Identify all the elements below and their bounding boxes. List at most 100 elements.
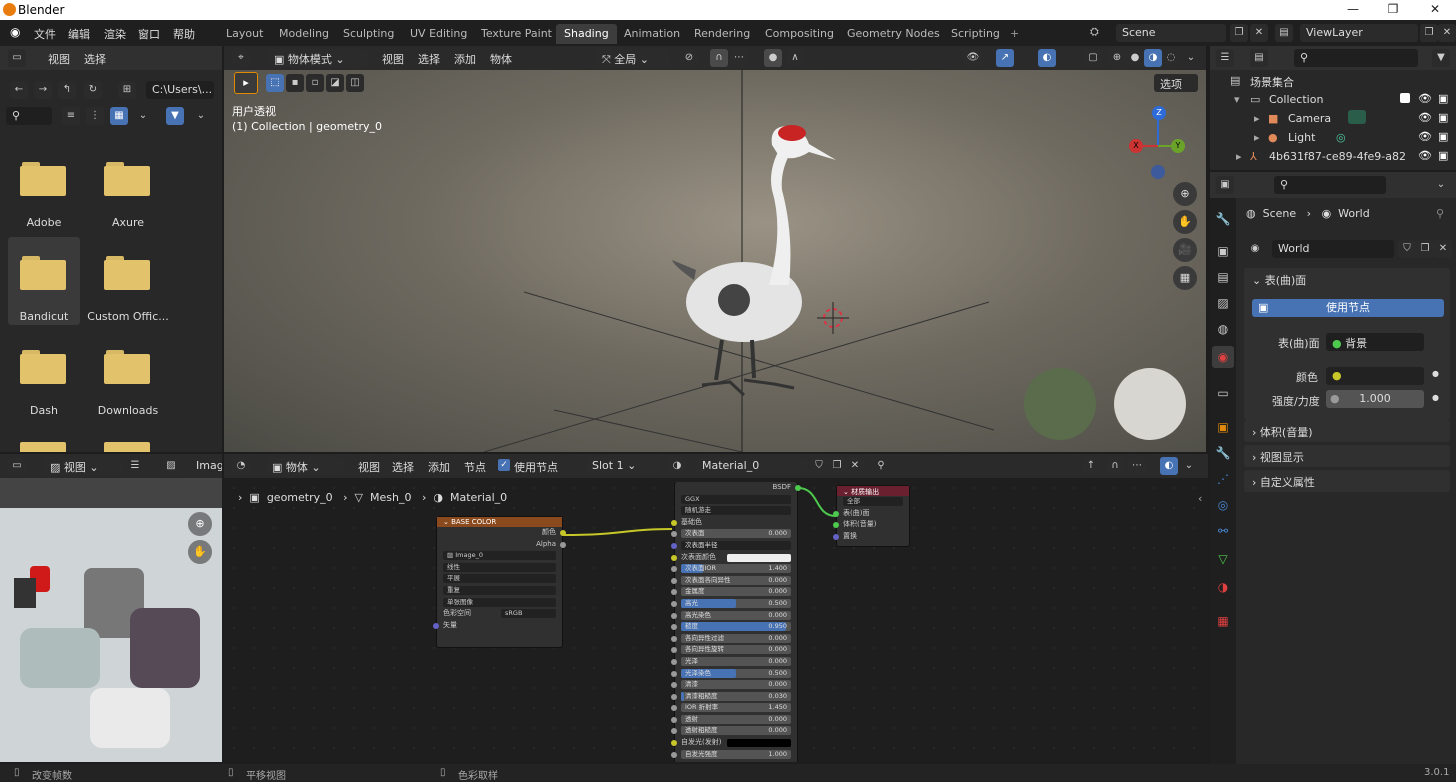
world-tab-icon[interactable]: ◉ bbox=[1212, 346, 1234, 368]
input-socket[interactable] bbox=[671, 670, 677, 677]
tab-modeling[interactable]: Modeling bbox=[279, 24, 329, 44]
ne-menu-select[interactable]: 选择 bbox=[392, 459, 414, 475]
folder-icon[interactable] bbox=[104, 350, 150, 384]
expand-arrow-icon[interactable]: ▸ bbox=[1254, 131, 1260, 144]
fake-user-icon[interactable]: ⛉ bbox=[1398, 240, 1416, 258]
tab-layout[interactable]: Layout bbox=[226, 24, 263, 44]
principled-bsdf-node[interactable]: BSDF GGX 随机游走 基础色 次表面 0.000 次表面半径 次表面颜色 次表面I… bbox=[671, 482, 801, 762]
image-view-select[interactable]: ▨ 视图 ⌄ bbox=[44, 457, 122, 475]
tab-animation[interactable]: Animation bbox=[624, 24, 680, 44]
outliner-item-camera[interactable]: Camera bbox=[1288, 112, 1331, 125]
search-input[interactable]: ⚲ bbox=[6, 107, 52, 125]
back-icon[interactable]: ← bbox=[10, 81, 28, 99]
solid-shading-icon[interactable]: ● bbox=[1126, 49, 1144, 67]
visibility-icon[interactable]: 👁 bbox=[964, 49, 982, 67]
exclude-checkbox[interactable] bbox=[1400, 93, 1410, 103]
input-socket[interactable] bbox=[671, 577, 677, 584]
material-browse-icon[interactable]: ◑ bbox=[668, 457, 686, 475]
forward-icon[interactable]: → bbox=[34, 81, 52, 99]
input-socket[interactable] bbox=[671, 682, 677, 689]
viewlayer-icon[interactable]: ▤ bbox=[1275, 24, 1293, 42]
tab-rendering[interactable]: Rendering bbox=[694, 24, 750, 44]
surface-select[interactable]: ● 背景 bbox=[1326, 333, 1424, 351]
world-browse-icon[interactable]: ◉ bbox=[1246, 240, 1264, 258]
scene-icon[interactable]: ⛭ bbox=[1090, 25, 1099, 39]
input-socket[interactable] bbox=[671, 728, 677, 735]
folder-label[interactable]: Custom Offic... bbox=[86, 310, 170, 323]
pin-icon[interactable]: ⚲ bbox=[1436, 207, 1444, 220]
transform-orientation-select[interactable]: ⤧ 全局 ⌄ bbox=[596, 49, 670, 67]
extension-select[interactable]: 重复 bbox=[443, 585, 556, 595]
wireframe-shading-icon[interactable]: ⊕ bbox=[1108, 49, 1126, 67]
new-scene-icon[interactable]: ❐ bbox=[1230, 24, 1248, 42]
folder-label[interactable]: Bandicut bbox=[2, 310, 86, 323]
zoom-icon[interactable]: ⊕ bbox=[1173, 182, 1197, 206]
slot-select[interactable]: Slot 1 ⌄ bbox=[586, 457, 660, 475]
interpolation-select[interactable]: 线性 bbox=[443, 562, 556, 572]
ext-row[interactable]: 重复 bbox=[437, 585, 562, 597]
source-select[interactable]: 单张图像 bbox=[443, 597, 556, 607]
display-mode-icon[interactable]: ▤ bbox=[1250, 49, 1268, 67]
new-folder-icon[interactable]: ⊞ bbox=[118, 81, 136, 99]
bsdf-input-slider[interactable]: 光泽 0.000 bbox=[681, 656, 791, 666]
projection-select[interactable]: 平展 bbox=[443, 574, 556, 584]
view-layer-tab-icon[interactable]: ▨ bbox=[1212, 292, 1234, 314]
snap-icon[interactable]: ∩ bbox=[1106, 457, 1124, 475]
interp-row[interactable]: 线性 bbox=[437, 562, 562, 574]
folder-icon[interactable] bbox=[104, 256, 150, 290]
tool-tab-icon[interactable]: 🔧 bbox=[1212, 208, 1234, 230]
bsdf-input-slider[interactable]: 次表面各向异性 0.000 bbox=[681, 575, 791, 585]
surface-socket[interactable] bbox=[833, 510, 839, 517]
bsdf-input-slider[interactable]: 次表面半径 bbox=[681, 540, 791, 550]
new-viewlayer-icon[interactable]: ❐ bbox=[1420, 24, 1438, 42]
input-socket[interactable] bbox=[671, 612, 677, 619]
bsdf-input-slider[interactable]: 透射 0.000 bbox=[681, 714, 791, 724]
input-socket[interactable] bbox=[671, 589, 677, 596]
bsdf-input-slider[interactable]: 自发光强度 1.000 bbox=[681, 749, 791, 759]
expand-arrow-icon[interactable]: ▸ bbox=[1254, 112, 1260, 125]
gizmo-x-label[interactable]: X bbox=[1129, 139, 1143, 153]
texture-tab-icon[interactable]: ▦ bbox=[1212, 610, 1234, 632]
light-data-icon[interactable]: ◎ bbox=[1336, 131, 1346, 144]
input-socket[interactable] bbox=[671, 554, 677, 561]
scene-field[interactable]: Scene bbox=[1116, 24, 1226, 42]
keyframe-dot-icon[interactable]: ● bbox=[1432, 393, 1439, 402]
3d-viewport[interactable]: ▸ ⬚ ▪ ▫ ◪ ◫ 选项 用户透视 (1) Collection | geo… bbox=[224, 70, 1206, 452]
keyframe-dot-icon[interactable]: ● bbox=[1432, 369, 1439, 378]
input-socket[interactable] bbox=[671, 635, 677, 642]
material-field[interactable]: Material_0 bbox=[696, 457, 808, 475]
vector-socket[interactable] bbox=[433, 622, 439, 629]
xray-icon[interactable]: ▢ bbox=[1084, 49, 1102, 67]
folder-label[interactable]: Axure bbox=[86, 216, 170, 229]
expand-arrow-icon[interactable]: ▸ bbox=[1236, 150, 1242, 163]
snap-target-icon[interactable]: ⋯ bbox=[1128, 457, 1146, 475]
folder-label[interactable]: Downloads bbox=[86, 404, 170, 417]
filter-chevron-icon[interactable]: ⌄ bbox=[192, 107, 210, 125]
bsdf-input-slider[interactable]: 糙度 0.950 bbox=[681, 622, 791, 632]
physics-tab-icon[interactable]: ◎ bbox=[1212, 494, 1234, 516]
outliner-search-input[interactable]: ⚲ bbox=[1294, 49, 1418, 67]
tab-sculpting[interactable]: Sculpting bbox=[343, 24, 394, 44]
editor-type-icon[interactable]: ☰ bbox=[1216, 49, 1234, 67]
image-name[interactable]: Imag bbox=[196, 459, 222, 472]
overlay-toggle-icon[interactable]: ◐ bbox=[1160, 457, 1178, 475]
parent-node-icon[interactable]: ↑ bbox=[1082, 457, 1100, 475]
unlink-icon[interactable]: ✕ bbox=[1434, 240, 1452, 258]
use-nodes-checkbox[interactable]: ✓ bbox=[498, 459, 510, 471]
input-socket[interactable] bbox=[671, 542, 677, 549]
image-select[interactable]: ▨ Image_0 bbox=[443, 551, 556, 561]
texture-image[interactable]: ⊕ ✋ bbox=[0, 478, 222, 762]
custom-props-panel[interactable]: › 自定义属性 bbox=[1244, 470, 1450, 492]
vp-menu-add[interactable]: 添加 bbox=[454, 51, 476, 67]
remove-viewlayer-icon[interactable]: ✕ bbox=[1438, 24, 1456, 42]
tab-scripting[interactable]: Scripting bbox=[951, 24, 1000, 44]
source-row[interactable]: 单张图像 bbox=[437, 597, 562, 609]
input-socket[interactable] bbox=[671, 647, 677, 654]
camera-render-icon[interactable]: ▣ bbox=[1438, 130, 1448, 143]
camera-data-icon[interactable] bbox=[1348, 110, 1366, 124]
input-socket[interactable] bbox=[671, 740, 677, 747]
bsdf-input-slider[interactable]: 次表面 0.000 bbox=[681, 529, 791, 539]
eye-icon[interactable]: 👁 bbox=[1418, 149, 1432, 162]
fb-menu-select[interactable]: 选择 bbox=[84, 51, 106, 67]
snap-target-icon[interactable]: ⋯ bbox=[730, 49, 748, 67]
